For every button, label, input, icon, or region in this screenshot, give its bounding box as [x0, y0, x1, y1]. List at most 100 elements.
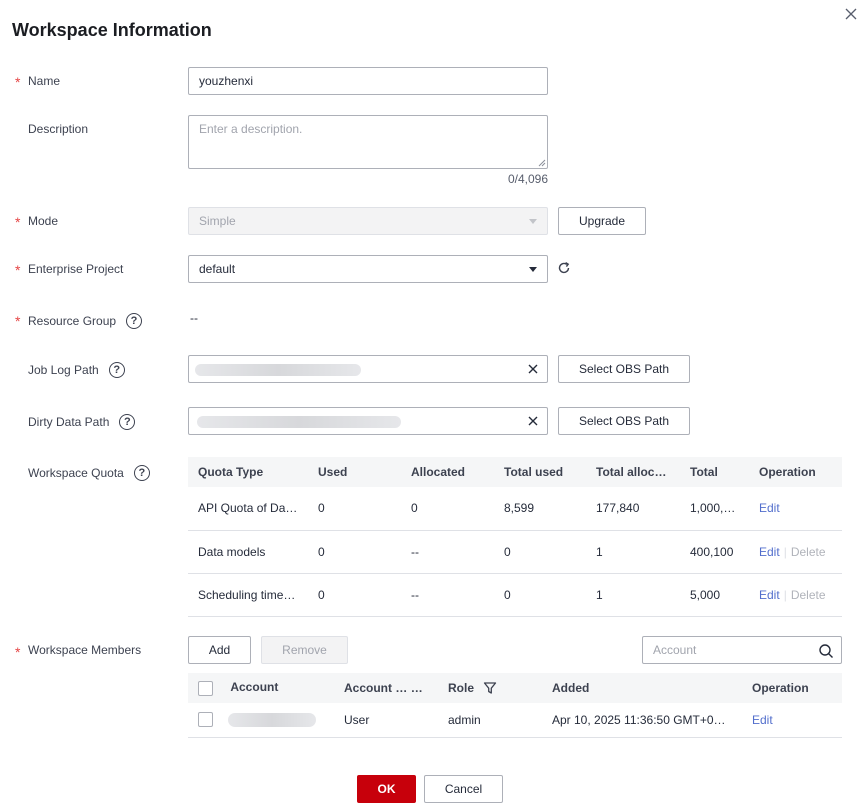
job-log-path-label: Job Log Path [28, 363, 99, 377]
divider: | [783, 587, 787, 602]
ok-button[interactable]: OK [357, 775, 416, 803]
operation-cell: Edit | Delete [749, 530, 842, 574]
used-cell: 0 [308, 573, 401, 617]
help-icon[interactable]: ? [126, 313, 143, 329]
allocated-cell: 0 [401, 487, 494, 531]
total-cell: 1,000,… [680, 487, 749, 531]
clear-icon[interactable] [527, 363, 539, 375]
column-header: Role [448, 680, 475, 695]
filter-icon[interactable] [483, 681, 497, 695]
job-log-select-obs-path-button[interactable]: Select OBS Path [558, 355, 690, 383]
mode-label: Mode [28, 214, 59, 228]
column-header: Allocated [401, 457, 494, 487]
divider: | [783, 544, 787, 559]
column-header: Account … [344, 680, 408, 695]
job-log-path-label-wrap: Job Log Path ? [28, 362, 125, 378]
cancel-button[interactable]: Cancel [424, 775, 503, 803]
dirty-data-select-obs-path-button[interactable]: Select OBS Path [558, 407, 690, 435]
account-search-input[interactable]: Account [642, 636, 842, 664]
select-all-checkbox[interactable] [198, 680, 213, 696]
total-alloc-cell: 1 [586, 530, 680, 574]
dialog-title: Workspace Information [12, 20, 212, 40]
row-checkbox[interactable] [198, 712, 213, 728]
name-value: youzhenxi [199, 74, 254, 88]
dirty-data-path-label-wrap: Dirty Data Path ? [28, 414, 136, 430]
name-input[interactable]: youzhenxi [188, 67, 548, 95]
column-header: Account [230, 680, 279, 695]
edit-link[interactable]: Edit [752, 713, 773, 727]
members-table: Account Account … Role Added Operation U… [188, 673, 842, 738]
required-marker: * [15, 262, 21, 278]
clear-icon[interactable] [527, 415, 539, 427]
dirty-data-path-input[interactable] [188, 407, 548, 435]
column-header: Used [308, 457, 401, 487]
help-icon[interactable]: ? [133, 465, 150, 481]
mode-select: Simple [188, 207, 548, 235]
workspace-quota-label-wrap: Workspace Quota ? [28, 465, 150, 481]
column-header: Operation [742, 673, 842, 703]
dirty-data-path-label: Dirty Data Path [28, 415, 110, 429]
account-type-cell: User [334, 703, 438, 738]
edit-link[interactable]: Edit [759, 501, 780, 515]
workspace-information-dialog: Workspace Information * Name youzhenxi D… [0, 0, 867, 808]
added-cell: Apr 10, 2025 11:36:50 GMT+0… [542, 703, 742, 738]
required-marker: * [15, 74, 21, 90]
operation-cell: Edit [749, 487, 842, 531]
operation-cell: Edit | Delete [749, 573, 842, 617]
search-icon[interactable] [818, 643, 834, 659]
quota-type-cell: API Quota of Da… [188, 487, 308, 531]
redacted-path [197, 416, 401, 428]
role-column-header: Role [438, 673, 542, 703]
operation-cell: Edit [742, 703, 842, 738]
enterprise-project-select[interactable]: default [188, 255, 548, 283]
column-header: Total used [494, 457, 586, 487]
description-textarea[interactable]: Enter a description. [188, 115, 548, 169]
resize-handle-icon[interactable] [538, 159, 546, 167]
table-row: API Quota of Da… 0 0 8,599 177,840 1,000… [188, 487, 842, 531]
resource-group-value: -- [190, 311, 198, 325]
allocated-cell: -- [401, 530, 494, 574]
total-used-cell: 8,599 [494, 487, 586, 531]
chevron-down-icon [529, 219, 537, 224]
enterprise-project-label: Enterprise Project [28, 262, 124, 276]
upgrade-button[interactable]: Upgrade [558, 207, 646, 235]
description-label: Description [28, 122, 89, 136]
description-placeholder: Enter a description. [199, 122, 303, 136]
close-icon[interactable] [843, 6, 859, 22]
account-column-header: Account [188, 673, 334, 703]
redacted-path [195, 364, 361, 376]
table-row: Data models 0 -- 0 1 400,100 Edit | Delete [188, 530, 842, 574]
total-used-cell: 0 [494, 530, 586, 574]
resource-group-label-wrap: Resource Group ? [28, 313, 143, 329]
remove-member-button: Remove [261, 636, 348, 664]
help-icon[interactable]: ? [108, 362, 125, 378]
total-used-cell: 0 [494, 573, 586, 617]
quota-type-cell: Scheduling time… [188, 573, 308, 617]
role-cell: admin [438, 703, 542, 738]
workspace-quota-label: Workspace Quota [28, 466, 124, 480]
filter-icon[interactable] [417, 681, 431, 695]
help-icon[interactable]: ? [119, 414, 136, 430]
refresh-icon[interactable] [557, 261, 571, 275]
total-alloc-cell: 1 [586, 573, 680, 617]
enterprise-project-value: default [199, 262, 236, 276]
description-counter: 0/4,096 [507, 172, 548, 186]
allocated-cell: -- [401, 573, 494, 617]
table-row: User admin Apr 10, 2025 11:36:50 GMT+0… … [188, 703, 842, 738]
total-cell: 5,000 [680, 573, 749, 617]
add-member-button[interactable]: Add [188, 636, 251, 664]
members-table-header: Account Account … Role Added Operation [188, 673, 842, 703]
job-log-path-input[interactable] [188, 355, 548, 383]
edit-link[interactable]: Edit [759, 545, 780, 559]
mode-value: Simple [199, 214, 236, 228]
required-marker: * [15, 214, 21, 230]
workspace-members-label: Workspace Members [28, 643, 142, 657]
delete-link: Delete [790, 544, 826, 559]
name-label: Name [28, 74, 61, 88]
table-row: Scheduling time… 0 -- 0 1 5,000 Edit | Del… [188, 573, 842, 617]
required-marker: * [15, 313, 21, 329]
used-cell: 0 [308, 530, 401, 574]
edit-link[interactable]: Edit [759, 588, 780, 602]
account-cell [188, 703, 334, 738]
quota-type-cell: Data models [188, 530, 308, 574]
